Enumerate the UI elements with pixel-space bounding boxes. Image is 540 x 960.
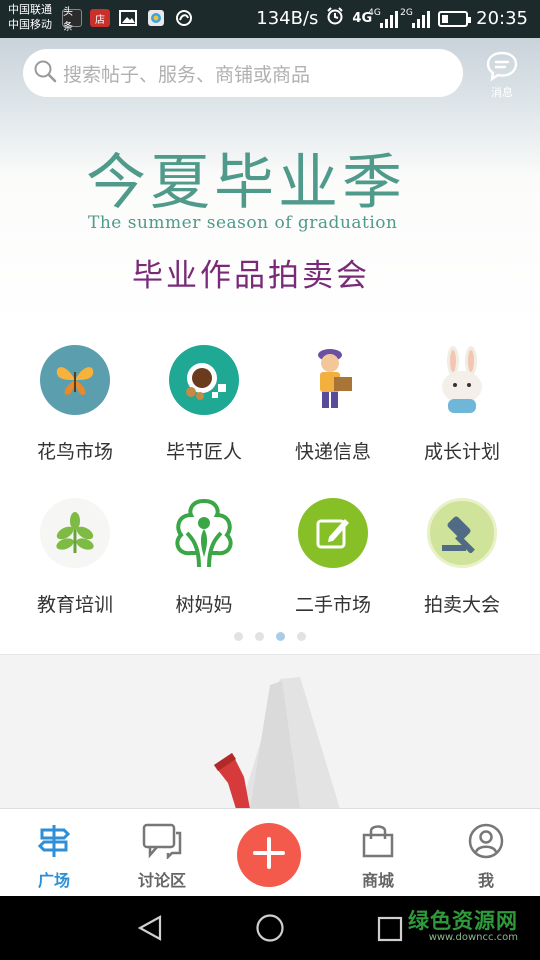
signal-2-icon: 2G — [400, 8, 431, 28]
pager-dot — [234, 632, 243, 641]
tab-mall[interactable]: 商城 — [324, 823, 432, 891]
edit-icon — [298, 498, 368, 568]
status-right: 134B/s 4G 4G 2G 20:35 — [256, 7, 528, 30]
tab-me[interactable]: 我 — [432, 823, 540, 891]
clock: 20:35 — [476, 8, 528, 29]
carrier-2: 中国移动 — [8, 18, 52, 31]
category-label: 教育培训 — [36, 594, 113, 616]
chat-icon — [142, 823, 182, 863]
back-button[interactable] — [136, 914, 164, 946]
tree-icon — [169, 498, 239, 568]
bottom-tab-bar: 广场 讨论区 商城 我 — [0, 808, 540, 896]
category-flower-bird-market[interactable]: 花鸟市场 — [15, 345, 135, 464]
pager-dot-active — [276, 632, 285, 641]
tab-label: 我 — [477, 871, 494, 890]
network-speed: 134B/s — [256, 8, 319, 29]
banner-carousel[interactable]: 搜索帖子、服务、商铺或商品 消息 今夏毕业季 The summer season… — [0, 38, 540, 326]
search-icon — [33, 59, 57, 87]
notification-icons: 头条 店 — [62, 7, 194, 33]
image-icon — [118, 9, 138, 27]
category-label: 二手市场 — [294, 594, 371, 616]
category-grid: 花鸟市场 毕节匠人 快递信息 成长计划 教育培训 树妈妈 二手市场 拍卖大会 — [0, 326, 540, 654]
bag-icon — [360, 825, 396, 863]
leaf-icon — [40, 498, 110, 568]
watermark-url: www.downcc.com — [428, 932, 518, 943]
toutiao-icon: 头条 — [62, 7, 82, 33]
category-bijie-craftsmen[interactable]: 毕节匠人 — [144, 345, 264, 464]
watermark: 绿色资源网 www.downcc.com — [408, 910, 518, 943]
messages-button[interactable]: 消息 — [480, 50, 524, 100]
tab-label: 讨论区 — [137, 871, 186, 890]
banner-subtitle: The summer season of graduation — [88, 213, 398, 233]
add-post-button[interactable] — [237, 823, 301, 887]
plus-icon — [252, 836, 286, 874]
recents-square-icon — [377, 916, 403, 942]
recents-button[interactable] — [377, 916, 403, 946]
back-triangle-icon — [137, 915, 162, 941]
tab-discussion[interactable]: 讨论区 — [108, 823, 216, 891]
pager-dots — [0, 632, 540, 641]
coffee-icon — [169, 345, 239, 415]
browser-icon — [146, 9, 166, 27]
search-bar[interactable]: 搜索帖子、服务、商铺或商品 — [23, 49, 463, 97]
category-second-hand-market[interactable]: 二手市场 — [273, 498, 393, 617]
user-icon — [468, 823, 504, 863]
battery-icon — [438, 10, 472, 27]
category-label: 毕节匠人 — [165, 441, 242, 463]
messages-label: 消息 — [491, 86, 513, 99]
signpost-icon — [36, 825, 72, 863]
gavel-icon — [427, 498, 497, 568]
carrier-1: 中国联通 — [8, 3, 52, 16]
category-label: 快递信息 — [294, 441, 371, 463]
category-label: 成长计划 — [423, 441, 500, 463]
search-input[interactable]: 搜索帖子、服务、商铺或商品 — [63, 60, 310, 87]
tab-label: 广场 — [37, 871, 70, 890]
watermark-title: 绿色资源网 — [408, 909, 518, 933]
alarm-icon — [326, 7, 344, 30]
courier-icon — [298, 345, 368, 415]
category-education-training[interactable]: 教育培训 — [15, 498, 135, 617]
category-label: 花鸟市场 — [36, 441, 113, 463]
home-button[interactable] — [255, 913, 285, 947]
app-icon — [174, 9, 194, 27]
home-circle-icon — [256, 914, 284, 942]
banner-title: 今夏毕业季 — [86, 148, 406, 218]
bunny-icon — [427, 345, 497, 415]
tab-plaza[interactable]: 广场 — [0, 823, 108, 891]
tab-label: 商城 — [361, 871, 394, 890]
category-growth-plan[interactable]: 成长计划 — [402, 345, 522, 464]
banner-event: 毕业作品拍卖会 — [132, 258, 370, 294]
category-tree-mom[interactable]: 树妈妈 — [144, 498, 264, 617]
category-courier-info[interactable]: 快递信息 — [273, 345, 393, 464]
megaphone-illustration — [214, 677, 340, 808]
category-label: 树妈妈 — [175, 594, 233, 616]
status-bar: 中国联通 中国移动 头条 店 134B/s 4G 4G 2G 20:35 — [0, 0, 540, 38]
dian-icon: 店 — [90, 9, 110, 27]
pager-dot — [255, 632, 264, 641]
butterfly-icon — [40, 345, 110, 415]
system-nav-bar: 绿色资源网 www.downcc.com — [0, 896, 540, 960]
category-auction[interactable]: 拍卖大会 — [402, 498, 522, 617]
category-label: 拍卖大会 — [423, 594, 500, 616]
signal-1-icon: 4G — [368, 8, 399, 28]
pager-dot — [297, 632, 306, 641]
carrier-info: 中国联通 中国移动 — [8, 2, 52, 32]
promo-banner[interactable] — [0, 654, 540, 808]
